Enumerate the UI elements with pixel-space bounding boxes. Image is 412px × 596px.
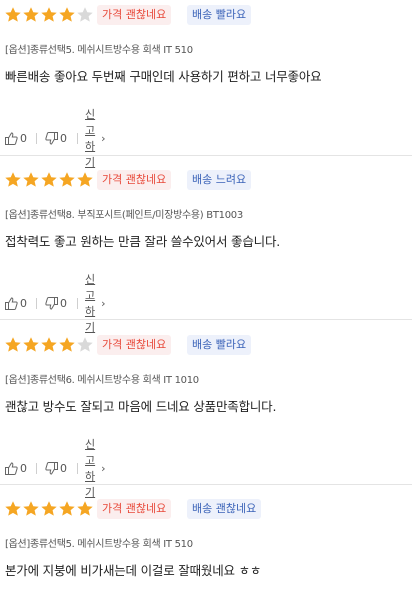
- star-filled-icon: [41, 7, 57, 22]
- review-divider: [0, 484, 412, 485]
- divider: [36, 133, 37, 144]
- star-empty-icon: [77, 337, 93, 352]
- report-label: 신고하기: [85, 273, 96, 334]
- shipping-tag: 배송 빨라요: [187, 335, 252, 355]
- dislike-count: 0: [60, 131, 67, 145]
- shipping-tag: 배송 느려요: [187, 170, 252, 190]
- star-filled-icon: [5, 172, 21, 187]
- report-label: 신고하기: [85, 108, 96, 169]
- shipping-tag: 배송 괜찮네요: [187, 499, 262, 519]
- review-content: 괜찮고 방수도 잘되고 마음에 드네요 상품만족합니다.: [5, 399, 277, 414]
- star-filled-icon: [41, 337, 57, 352]
- report-label: 신고하기: [85, 438, 96, 499]
- star-filled-icon: [41, 172, 57, 187]
- dislike-count: 0: [60, 296, 67, 310]
- review-divider: [0, 319, 412, 320]
- shipping-tag: 배송 빨라요: [187, 5, 252, 25]
- thumbs-down-icon: [45, 131, 58, 145]
- divider: [36, 463, 37, 474]
- price-tag: 가격 괜찮네요: [97, 335, 172, 355]
- price-tag: 가격 괜찮네요: [97, 499, 172, 519]
- review-option: [옵션]종류선택6. 메쉬시트방수용 회색 IT 1010: [5, 375, 199, 386]
- star-filled-icon: [5, 7, 21, 22]
- star-filled-icon: [59, 7, 75, 22]
- star-filled-icon: [77, 501, 93, 516]
- star-filled-icon: [23, 7, 39, 22]
- star-rating: [4, 171, 94, 189]
- divider: [77, 133, 78, 144]
- star-filled-icon: [23, 172, 39, 187]
- star-filled-icon: [59, 172, 75, 187]
- dislike-count: 0: [60, 461, 67, 475]
- star-filled-icon: [5, 337, 21, 352]
- report-link[interactable]: 신고하기 ›: [85, 108, 106, 169]
- dislike-button[interactable]: 0: [45, 460, 67, 476]
- star-rating: [4, 500, 94, 518]
- star-filled-icon: [23, 501, 39, 516]
- dislike-button[interactable]: 0: [45, 130, 67, 146]
- review-content: 본가에 지붕에 비가새는데 이걸로 잘때웠네요 ㅎㅎ: [5, 563, 262, 578]
- report-link[interactable]: 신고하기 ›: [85, 438, 106, 499]
- star-filled-icon: [23, 337, 39, 352]
- review-content: 빠른배송 좋아요 두번째 구매인데 사용하기 편하고 너무좋아요: [5, 69, 322, 84]
- like-button[interactable]: 0: [5, 130, 27, 146]
- thumbs-up-icon: [5, 131, 18, 145]
- thumbs-up-icon: [5, 296, 18, 310]
- divider: [36, 298, 37, 309]
- price-tag: 가격 괜찮네요: [97, 5, 172, 25]
- divider: [77, 298, 78, 309]
- star-filled-icon: [41, 501, 57, 516]
- report-link[interactable]: 신고하기 ›: [85, 273, 106, 334]
- star-filled-icon: [59, 501, 75, 516]
- star-rating: [4, 336, 94, 354]
- chevron-right-icon: ›: [101, 131, 106, 145]
- review-content: 접착력도 좋고 원하는 만큼 잘라 쓸수있어서 좋습니다.: [5, 234, 281, 249]
- thumbs-down-icon: [45, 461, 58, 475]
- like-button[interactable]: 0: [5, 295, 27, 311]
- dislike-button[interactable]: 0: [45, 295, 67, 311]
- like-count: 0: [20, 461, 27, 475]
- divider: [77, 463, 78, 474]
- review-option: [옵션]종류선택5. 메쉬시트방수용 회색 IT 510: [5, 539, 193, 550]
- like-count: 0: [20, 296, 27, 310]
- chevron-right-icon: ›: [101, 461, 106, 475]
- review-option: [옵션]종류선택5. 메쉬시트방수용 회색 IT 510: [5, 45, 193, 56]
- like-count: 0: [20, 131, 27, 145]
- like-button[interactable]: 0: [5, 460, 27, 476]
- star-filled-icon: [5, 501, 21, 516]
- star-empty-icon: [77, 7, 93, 22]
- review-divider: [0, 155, 412, 156]
- star-filled-icon: [59, 337, 75, 352]
- chevron-right-icon: ›: [101, 296, 106, 310]
- star-filled-icon: [77, 172, 93, 187]
- thumbs-up-icon: [5, 461, 18, 475]
- review-option: [옵션]종류선택8. 부직포시트(페인트/미장방수용) BT1003: [5, 210, 243, 221]
- star-rating: [4, 6, 94, 24]
- thumbs-down-icon: [45, 296, 58, 310]
- price-tag: 가격 괜찮네요: [97, 170, 172, 190]
